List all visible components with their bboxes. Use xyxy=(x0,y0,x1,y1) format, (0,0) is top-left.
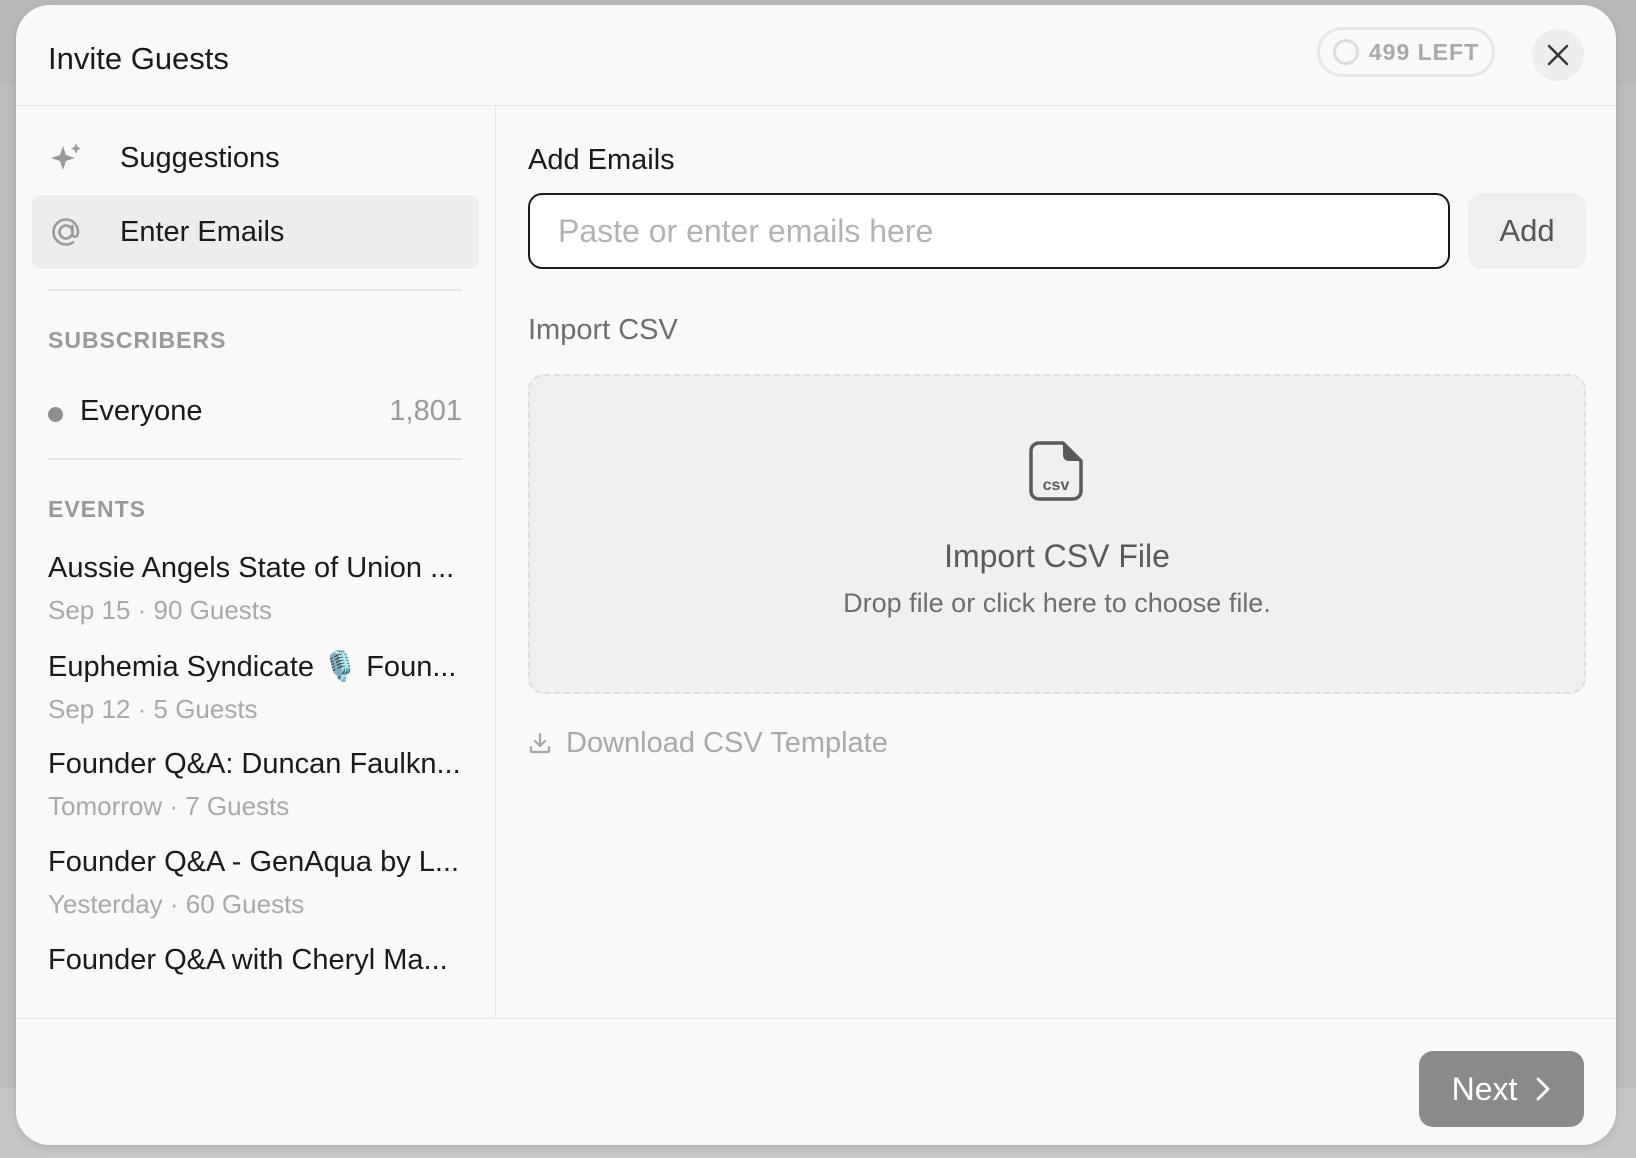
nav-item-enter-emails[interactable]: Enter Emails xyxy=(32,195,479,269)
import-csv-heading: Import CSV xyxy=(528,314,678,346)
subscriber-count: 1,801 xyxy=(389,395,462,427)
event-subtitle: Sep 12 · 5 Guests xyxy=(48,694,258,724)
subscribers-heading: SUBSCRIBERS xyxy=(48,327,227,353)
nav-label: Suggestions xyxy=(120,141,280,174)
add-button[interactable]: Add xyxy=(1468,193,1586,269)
sidebar: Suggestions Enter Emails SUBSCRIBERS Eve… xyxy=(16,106,496,1018)
csv-dropzone[interactable]: csv Import CSV File Drop file or click h… xyxy=(528,374,1586,694)
close-button[interactable] xyxy=(1532,29,1584,81)
event-title: Aussie Angels State of Union ... xyxy=(48,552,455,584)
event-item[interactable]: Aussie Angels State of Union ... Sep 15 … xyxy=(48,552,468,626)
event-title: Euphemia Syndicate 🎙️ Foun... xyxy=(48,651,457,683)
add-emails-heading: Add Emails xyxy=(528,144,675,176)
download-icon xyxy=(529,732,551,754)
modal-title: Invite Guests xyxy=(48,41,229,76)
remaining-invites-text: 499 LEFT xyxy=(1368,38,1480,65)
divider xyxy=(48,289,462,291)
event-subtitle: Tomorrow · 7 Guests xyxy=(48,791,290,821)
invite-guests-modal: Invite Guests 499 LEFT Suggestions Enter… xyxy=(16,5,1616,1145)
remaining-invites-badge: 499 LEFT xyxy=(1317,27,1495,77)
event-title: Founder Q&A: Duncan Faulkn... xyxy=(48,748,461,780)
next-button-label: Next xyxy=(1451,1070,1518,1107)
download-link-label: Download CSV Template xyxy=(566,726,888,759)
csv-file-icon: csv xyxy=(1029,441,1083,501)
event-item[interactable]: Founder Q&A - GenAqua by L... Yesterday … xyxy=(48,846,468,920)
event-subtitle: Yesterday · 60 Guests xyxy=(48,889,305,919)
events-heading: EVENTS xyxy=(48,496,147,522)
subscriber-label: Everyone xyxy=(80,395,203,427)
email-input[interactable] xyxy=(528,193,1450,269)
next-button[interactable]: Next xyxy=(1419,1051,1584,1127)
subscriber-row-everyone[interactable]: Everyone 1,801 xyxy=(48,394,462,434)
dropzone-subtitle: Drop file or click here to choose file. xyxy=(843,588,1271,618)
nav-label: Enter Emails xyxy=(120,215,285,248)
modal-footer: Next xyxy=(16,1018,1616,1145)
divider xyxy=(48,458,462,460)
event-title: Founder Q&A with Cheryl Ma... xyxy=(48,944,448,976)
event-title: Founder Q&A - GenAqua by L... xyxy=(48,846,460,878)
main-panel: Add Emails Add Import CSV csv Import CSV… xyxy=(496,106,1616,1018)
event-item[interactable]: Founder Q&A with Cheryl Ma... xyxy=(48,944,468,987)
close-icon xyxy=(1547,44,1569,66)
svg-text:csv: csv xyxy=(1043,477,1070,494)
nav-item-suggestions[interactable]: Suggestions xyxy=(32,121,479,195)
event-item[interactable]: Founder Q&A: Duncan Faulkn... Tomorrow ·… xyxy=(48,748,468,822)
download-csv-template-link[interactable]: Download CSV Template xyxy=(528,723,888,763)
at-sign-icon xyxy=(52,218,80,246)
dropzone-title: Import CSV File xyxy=(944,538,1170,574)
event-item[interactable]: Euphemia Syndicate 🎙️ Foun... Sep 12 · 5… xyxy=(48,650,468,725)
chevron-right-icon xyxy=(1536,1077,1550,1101)
sparkle-icon xyxy=(51,143,81,170)
event-subtitle: Sep 15 · 90 Guests xyxy=(48,595,273,625)
progress-ring-icon xyxy=(1332,39,1359,65)
status-dot-icon xyxy=(48,407,63,422)
modal-header: Invite Guests 499 LEFT xyxy=(16,5,1616,106)
